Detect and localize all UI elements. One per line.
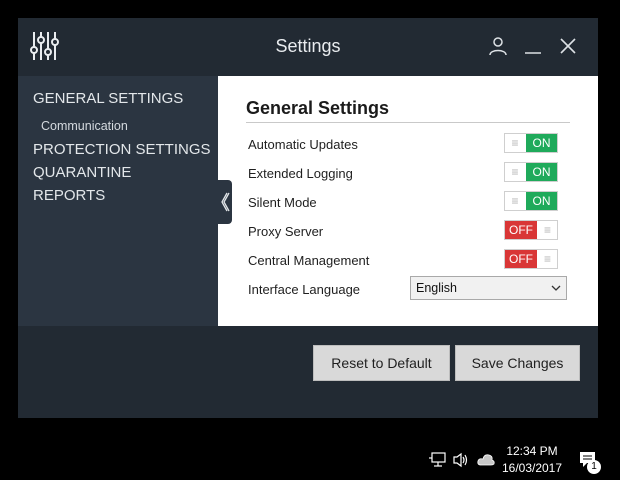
proxy-server-label: Proxy Server: [248, 224, 324, 239]
toggle-grip-icon: ≡: [511, 165, 519, 179]
toggle-state: OFF: [505, 250, 537, 268]
close-icon[interactable]: [557, 35, 579, 57]
language-select[interactable]: English: [410, 276, 567, 300]
sidebar-nav: GENERAL SETTINGS Communication PROTECTIO…: [18, 76, 218, 326]
language-select-value: English: [416, 281, 457, 295]
toggle-grip-icon: ≡: [543, 223, 551, 237]
cloud-icon[interactable]: [476, 452, 496, 468]
toggle-state: ON: [526, 192, 557, 210]
toggle-state: OFF: [505, 221, 537, 239]
chevron-down-icon: [551, 285, 561, 291]
volume-icon[interactable]: [452, 452, 470, 468]
sidebar-collapse-handle[interactable]: [218, 180, 232, 224]
title-divider: [246, 122, 570, 123]
silent-mode-label: Silent Mode: [248, 195, 317, 210]
sidebar-item-communication[interactable]: Communication: [41, 119, 128, 133]
sidebar-item-reports[interactable]: REPORTS: [33, 187, 105, 204]
extended-logging-label: Extended Logging: [248, 166, 353, 181]
user-icon[interactable]: [487, 35, 509, 57]
window-title: Settings: [275, 36, 341, 56]
minimize-icon[interactable]: [522, 35, 544, 57]
central-management-label: Central Management: [248, 253, 370, 268]
settings-window: Settings GENERAL SETTINGS Communication …: [18, 18, 598, 418]
panel-title: General Settings: [246, 98, 390, 118]
interface-language-label: Interface Language: [248, 282, 361, 297]
footer-actions: Reset to Default Save Changes: [18, 326, 598, 418]
sidebar-item-general-settings[interactable]: GENERAL SETTINGS: [33, 90, 183, 107]
toggle-grip-icon: ≡: [511, 136, 519, 150]
title-bar: Settings: [18, 18, 598, 76]
extended-logging-toggle[interactable]: ≡ ON: [504, 162, 558, 182]
sidebar-item-quarantine[interactable]: QUARANTINE: [33, 164, 131, 181]
automatic-updates-label: Automatic Updates: [248, 137, 358, 152]
general-settings-panel: General Settings Automatic Updates ≡ ON …: [218, 76, 598, 326]
silent-mode-toggle[interactable]: ≡ ON: [504, 191, 558, 211]
notification-count-badge: 1: [587, 460, 601, 474]
toggle-state: ON: [526, 163, 557, 181]
proxy-server-toggle[interactable]: OFF ≡: [504, 220, 558, 240]
save-changes-button[interactable]: Save Changes: [455, 345, 580, 381]
automatic-updates-toggle[interactable]: ≡ ON: [504, 133, 558, 153]
reset-to-default-button[interactable]: Reset to Default: [313, 345, 450, 381]
chevron-left-icon: [221, 192, 230, 212]
toggle-grip-icon: ≡: [543, 252, 551, 266]
sidebar-item-protection-settings[interactable]: PROTECTION SETTINGS: [33, 141, 211, 158]
central-management-toggle[interactable]: OFF ≡: [504, 249, 558, 269]
taskbar-time[interactable]: 12:34 PM: [500, 444, 564, 458]
network-icon[interactable]: [428, 452, 446, 468]
taskbar-date[interactable]: 16/03/2017: [500, 461, 564, 475]
toggle-grip-icon: ≡: [511, 194, 519, 208]
toggle-state: ON: [526, 134, 557, 152]
